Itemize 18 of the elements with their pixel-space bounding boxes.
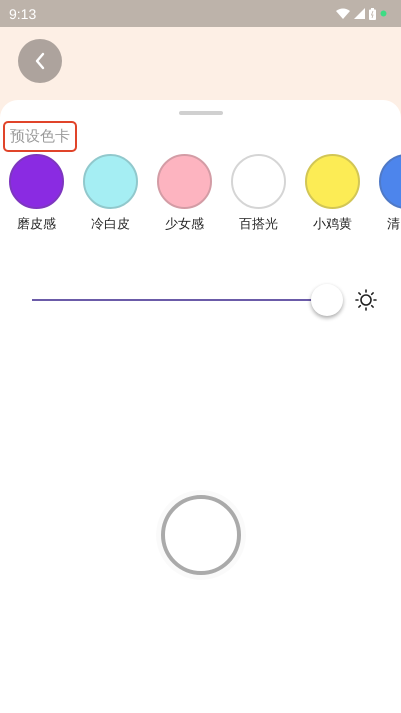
notification-dot-icon xyxy=(380,10,387,17)
chevron-left-icon xyxy=(34,52,46,70)
color-preset[interactable]: 百搭光 xyxy=(231,154,286,233)
color-preset[interactable]: 磨皮感 xyxy=(9,154,64,233)
back-button[interactable] xyxy=(18,38,62,82)
signal-icon xyxy=(354,8,365,19)
battery-icon xyxy=(369,8,376,20)
section-title: 预设色卡 xyxy=(3,121,77,152)
color-preset[interactable]: 冷白皮 xyxy=(83,154,138,233)
color-preset[interactable]: 小鸡黄 xyxy=(305,154,360,233)
wifi-icon xyxy=(336,8,350,19)
brightness-icon xyxy=(355,289,377,311)
color-preset[interactable]: 清 xyxy=(379,154,401,233)
drag-handle[interactable] xyxy=(178,111,222,115)
color-preset[interactable]: 少女感 xyxy=(157,154,212,233)
clock-time: 9:13 xyxy=(9,6,36,22)
brightness-slider[interactable] xyxy=(32,283,343,317)
slider-thumb[interactable] xyxy=(311,284,343,316)
